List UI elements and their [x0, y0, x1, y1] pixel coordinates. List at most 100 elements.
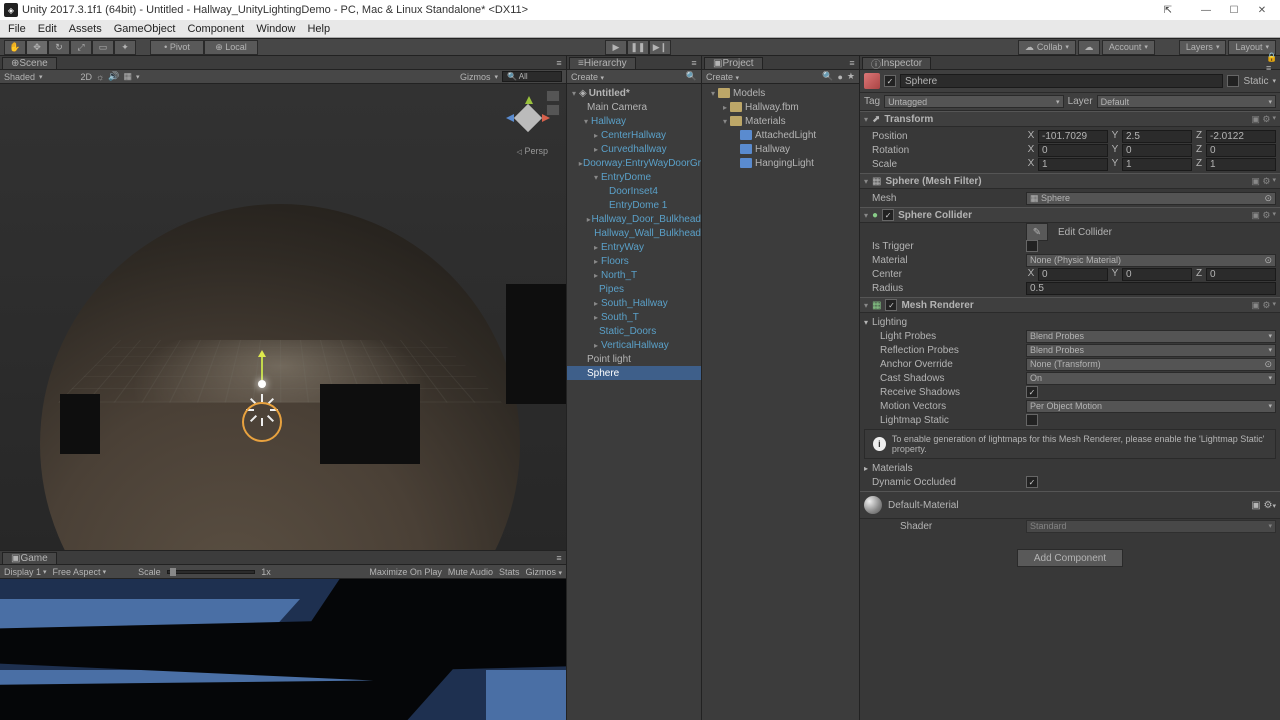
menu-file[interactable]: File — [2, 21, 32, 37]
menu-window[interactable]: Window — [250, 21, 301, 37]
gear-icon[interactable]: ▣ ⚙▾ — [1251, 114, 1276, 125]
shaded-dropdown[interactable]: Shaded — [4, 72, 35, 82]
rot-x[interactable]: 0 — [1038, 144, 1108, 157]
spherecollider-header[interactable]: ▾●Sphere Collider▣ ⚙▾ — [860, 207, 1280, 223]
tool-transform[interactable]: ✦ — [114, 40, 136, 55]
maximize-button[interactable]: ☐ — [1220, 1, 1248, 19]
project-filter-icon[interactable]: ● — [837, 72, 842, 82]
pos-y[interactable]: 2.5 — [1122, 130, 1192, 143]
audio-toggle-icon[interactable]: 🔊 — [108, 71, 119, 82]
cast-shadows-dropdown[interactable]: On▾ — [1026, 372, 1276, 385]
project-context-icon[interactable]: ≡ — [845, 56, 859, 69]
persp-label[interactable]: ◁ Persp — [517, 146, 548, 156]
game-gizmos-dropdown[interactable]: Gizmos ▾ — [525, 567, 562, 577]
orientation-gizmo[interactable] — [506, 96, 550, 140]
light-probes-dropdown[interactable]: Blend Probes▾ — [1026, 330, 1276, 343]
object-name-field[interactable]: Sphere — [900, 74, 1223, 88]
is-trigger-checkbox[interactable] — [1026, 240, 1038, 252]
physic-material-field[interactable]: None (Physic Material)⊙ — [1026, 254, 1276, 267]
step-button[interactable]: ▶❙ — [649, 40, 671, 55]
meshrenderer-header[interactable]: ▾▦Mesh Renderer▣ ⚙▾ — [860, 297, 1280, 313]
menu-edit[interactable]: Edit — [32, 21, 63, 37]
collab-dropdown[interactable]: ☁ Collab ▾ — [1018, 40, 1076, 55]
shader-dropdown[interactable]: Standard▾ — [1026, 520, 1276, 533]
tab-hierarchy[interactable]: ≡ Hierarchy — [569, 57, 636, 69]
chromecast-icon[interactable]: ⇱ — [1164, 5, 1172, 16]
cloud-button[interactable]: ☁ — [1078, 40, 1100, 55]
local-toggle[interactable]: ⊕ Local — [204, 40, 258, 55]
tool-hand[interactable]: ✋ — [4, 40, 26, 55]
scale-slider[interactable] — [167, 570, 256, 574]
gear-icon[interactable]: ▣ ⚙▾ — [1251, 176, 1276, 187]
layer-dropdown[interactable]: Default▾ — [1097, 95, 1276, 108]
play-button[interactable]: ▶ — [605, 40, 627, 55]
renderer-enabled[interactable] — [885, 299, 897, 311]
hierarchy-search-icon[interactable]: 🔍 — [686, 71, 697, 82]
tool-scale[interactable]: ⤢ — [70, 40, 92, 55]
stats-toggle[interactable]: Stats — [499, 567, 520, 577]
display-dropdown[interactable]: Display 1 ▾ — [4, 567, 47, 577]
game-context-icon[interactable]: ≡ — [552, 551, 566, 564]
project-search-icon[interactable]: 🔍 — [822, 71, 833, 82]
collider-enabled[interactable] — [882, 209, 894, 221]
gizmos-dropdown[interactable]: Gizmos — [460, 72, 491, 82]
close-button[interactable]: ✕ — [1248, 1, 1276, 19]
radius-field[interactable]: 0.5 — [1026, 282, 1276, 295]
tab-project[interactable]: ▣ Project — [704, 57, 763, 69]
rot-y[interactable]: 0 — [1122, 144, 1192, 157]
scene-context-icon[interactable]: ≡ — [552, 56, 566, 69]
pos-x[interactable]: -101.7029 — [1038, 130, 1108, 143]
project-create[interactable]: Create ▾ — [706, 72, 739, 82]
project-tree[interactable]: ▾Models ▸Hallway.fbm ▾Materials Attached… — [702, 84, 859, 720]
max-on-play-toggle[interactable]: Maximize On Play — [369, 567, 442, 577]
scl-x[interactable]: 1 — [1038, 158, 1108, 171]
gear-icon[interactable]: ▣ ⚙▾ — [1251, 210, 1276, 221]
inspector-lock-icon[interactable]: 🔒 ≡ — [1266, 56, 1280, 69]
menu-help[interactable]: Help — [301, 21, 336, 37]
gear-icon[interactable]: ▣ ⚙▾ — [1251, 500, 1276, 511]
motion-vectors-dropdown[interactable]: Per Object Motion▾ — [1026, 400, 1276, 413]
transform-header[interactable]: ▾⬈Transform▣ ⚙▾ — [860, 111, 1280, 127]
pos-z[interactable]: -2.0122 — [1206, 130, 1276, 143]
scene-search[interactable]: 🔍 All — [502, 71, 562, 82]
receive-shadows-checkbox[interactable] — [1026, 386, 1038, 398]
static-checkbox[interactable] — [1227, 75, 1239, 87]
tool-move[interactable]: ✥ — [26, 40, 48, 55]
mesh-field[interactable]: ▦ Sphere⊙ — [1026, 192, 1276, 205]
hierarchy-create[interactable]: Create ▾ — [571, 72, 604, 82]
minimize-button[interactable]: — — [1192, 1, 1220, 19]
hierarchy-tree[interactable]: ▾◈Untitled* Main Camera ▾Hallway ▸Center… — [567, 84, 701, 720]
add-component-button[interactable]: Add Component — [1017, 549, 1123, 567]
pivot-toggle[interactable]: • Pivot — [150, 40, 204, 55]
anchor-override-field[interactable]: None (Transform)⊙ — [1026, 358, 1276, 371]
scl-y[interactable]: 1 — [1122, 158, 1192, 171]
edit-collider-button[interactable]: ✎ — [1026, 223, 1048, 241]
tab-scene[interactable]: ⊕ Scene — [2, 57, 57, 69]
scl-z[interactable]: 1 — [1206, 158, 1276, 171]
menu-gameobject[interactable]: GameObject — [108, 21, 182, 37]
active-checkbox[interactable] — [884, 75, 896, 87]
tag-dropdown[interactable]: Untagged▾ — [884, 95, 1063, 108]
tool-rotate[interactable]: ↻ — [48, 40, 70, 55]
menu-assets[interactable]: Assets — [63, 21, 108, 37]
layers-dropdown[interactable]: Layers ▾ — [1179, 40, 1227, 55]
2d-toggle[interactable]: 2D — [81, 72, 93, 82]
lightmap-static-checkbox[interactable] — [1026, 414, 1038, 426]
light-toggle-icon[interactable]: ☼ — [96, 72, 104, 82]
fx-toggle-icon[interactable]: ▦ — [124, 71, 133, 82]
menu-component[interactable]: Component — [181, 21, 250, 37]
mute-audio-toggle[interactable]: Mute Audio — [448, 567, 493, 577]
pause-button[interactable]: ❚❚ — [627, 40, 649, 55]
tab-inspector[interactable]: ⓘ Inspector — [862, 57, 931, 69]
rot-z[interactable]: 0 — [1206, 144, 1276, 157]
scene-view[interactable]: ◁ Persp — [0, 84, 566, 550]
meshfilter-header[interactable]: ▾▦Sphere (Mesh Filter)▣ ⚙▾ — [860, 173, 1280, 189]
project-fav-icon[interactable]: ★ — [847, 71, 855, 82]
aspect-dropdown[interactable]: Free Aspect ▾ — [53, 567, 107, 577]
tab-game[interactable]: ▣ Game — [2, 552, 57, 564]
gear-icon[interactable]: ▣ ⚙▾ — [1251, 300, 1276, 311]
hierarchy-context-icon[interactable]: ≡ — [687, 56, 701, 69]
tool-rect[interactable]: ▭ — [92, 40, 114, 55]
reflection-probes-dropdown[interactable]: Blend Probes▾ — [1026, 344, 1276, 357]
account-dropdown[interactable]: Account ▾ — [1102, 40, 1155, 55]
